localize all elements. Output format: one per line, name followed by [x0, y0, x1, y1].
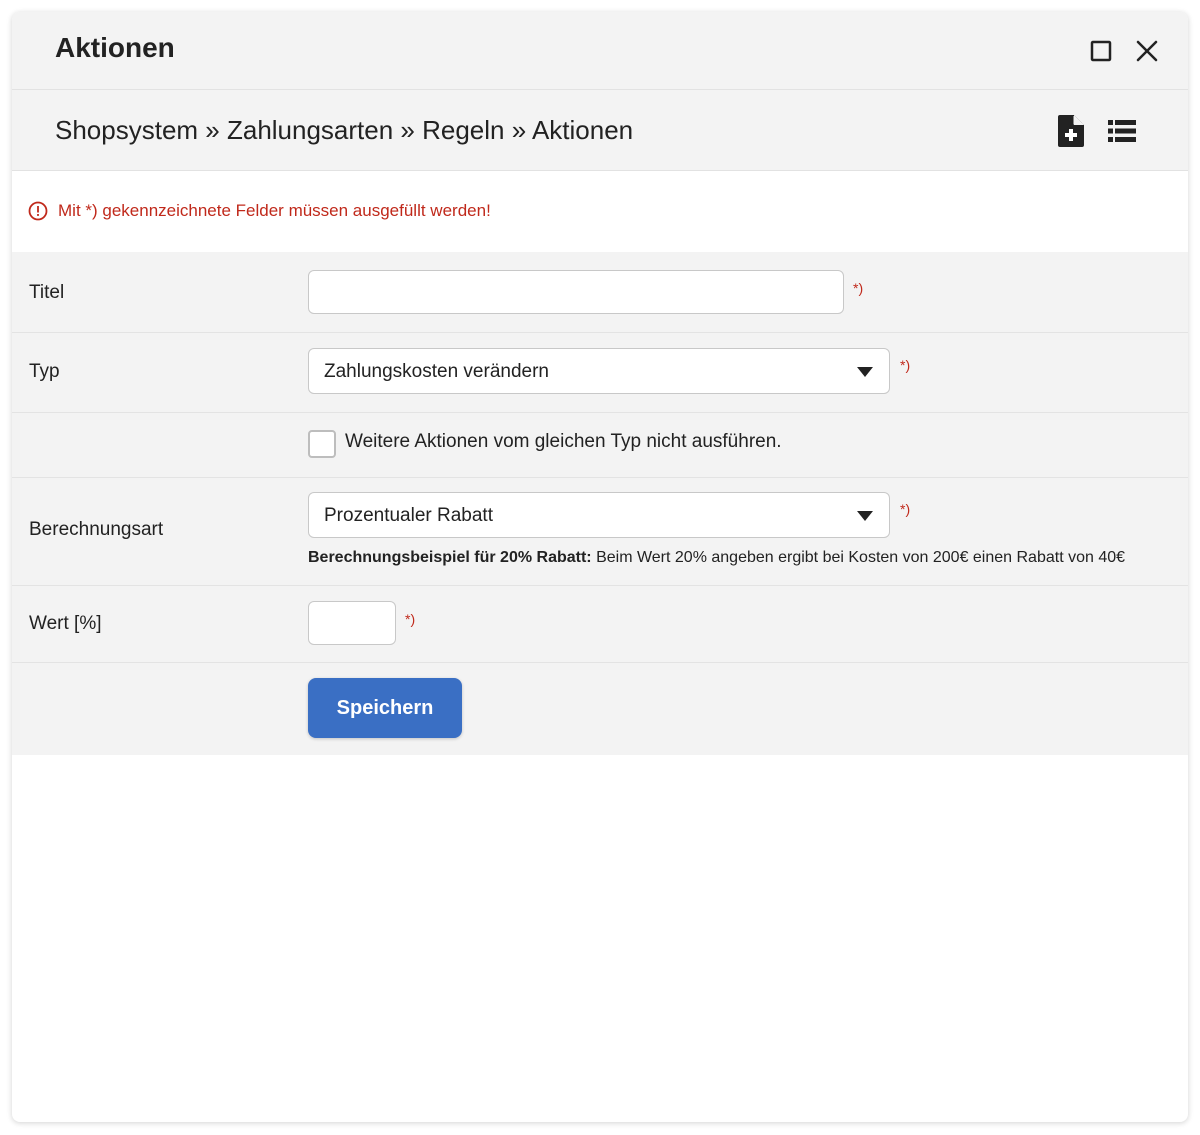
caret-down-icon [857, 511, 873, 521]
alert-circle-icon [28, 201, 48, 221]
list-button[interactable] [1106, 114, 1138, 148]
new-document-icon [1058, 115, 1084, 147]
maximize-button[interactable] [1086, 36, 1116, 66]
save-button[interactable]: Speichern [308, 678, 462, 738]
calculation-example-hint: Berechnungsbeispiel für 20% Rabatt: Beim… [308, 549, 1125, 567]
form-row-checkbox: Weitere Aktionen vom gleichen Typ nicht … [12, 413, 1188, 478]
close-icon [1136, 40, 1158, 62]
wert-required-marker: *) [405, 611, 416, 627]
list-icon [1108, 120, 1136, 142]
notice-text: Mit *) gekennzeichnete Felder müssen aus… [58, 201, 491, 220]
titel-label: Titel [29, 282, 65, 303]
wert-input[interactable] [308, 601, 396, 645]
form-row-typ: Typ Zahlungskosten verändern *) [12, 333, 1188, 413]
titel-input[interactable] [308, 270, 844, 314]
skip-same-type-checkbox[interactable] [308, 430, 336, 458]
typ-selected-value: Zahlungskosten verändern [324, 361, 549, 382]
dialog-window: Aktionen Shopsystem » Zahlungsarten » Re… [12, 12, 1188, 1122]
new-document-button[interactable] [1055, 114, 1087, 148]
titlebar: Aktionen [12, 12, 1188, 90]
typ-select[interactable]: Zahlungskosten verändern [308, 348, 890, 394]
typ-label: Typ [29, 361, 60, 382]
close-button[interactable] [1132, 36, 1162, 66]
hint-text: Beim Wert 20% angeben ergibt bei Kosten … [591, 549, 1126, 566]
wert-label: Wert [%] [29, 613, 102, 634]
typ-required-marker: *) [900, 357, 911, 373]
berechnungsart-label: Berechnungsart [29, 519, 164, 540]
action-form: Titel *) Typ Zahlungskosten verändern *)… [12, 252, 1188, 755]
caret-down-icon [857, 367, 873, 377]
skip-same-type-label[interactable]: Weitere Aktionen vom gleichen Typ nicht … [345, 431, 782, 453]
hint-bold-text: Berechnungsbeispiel für 20% Rabatt: [308, 549, 592, 566]
window-title: Aktionen [55, 32, 175, 63]
berechnungsart-select[interactable]: Prozentualer Rabatt [308, 492, 890, 538]
required-fields-notice: Mit *) gekennzeichnete Felder müssen aus… [28, 201, 491, 221]
maximize-icon [1090, 40, 1112, 62]
breadcrumb: Shopsystem » Zahlungsarten » Regeln » Ak… [55, 115, 634, 145]
berechnungsart-required-marker: *) [900, 501, 911, 517]
form-row-wert: Wert [%] *) [12, 586, 1188, 663]
breadcrumb-bar: Shopsystem » Zahlungsarten » Regeln » Ak… [12, 90, 1188, 171]
titel-required-marker: *) [853, 280, 864, 296]
form-row-berechnungsart: Berechnungsart Prozentualer Rabatt *) Be… [12, 478, 1188, 586]
form-row-titel: Titel *) [12, 252, 1188, 333]
berechnungsart-selected-value: Prozentualer Rabatt [324, 505, 493, 526]
